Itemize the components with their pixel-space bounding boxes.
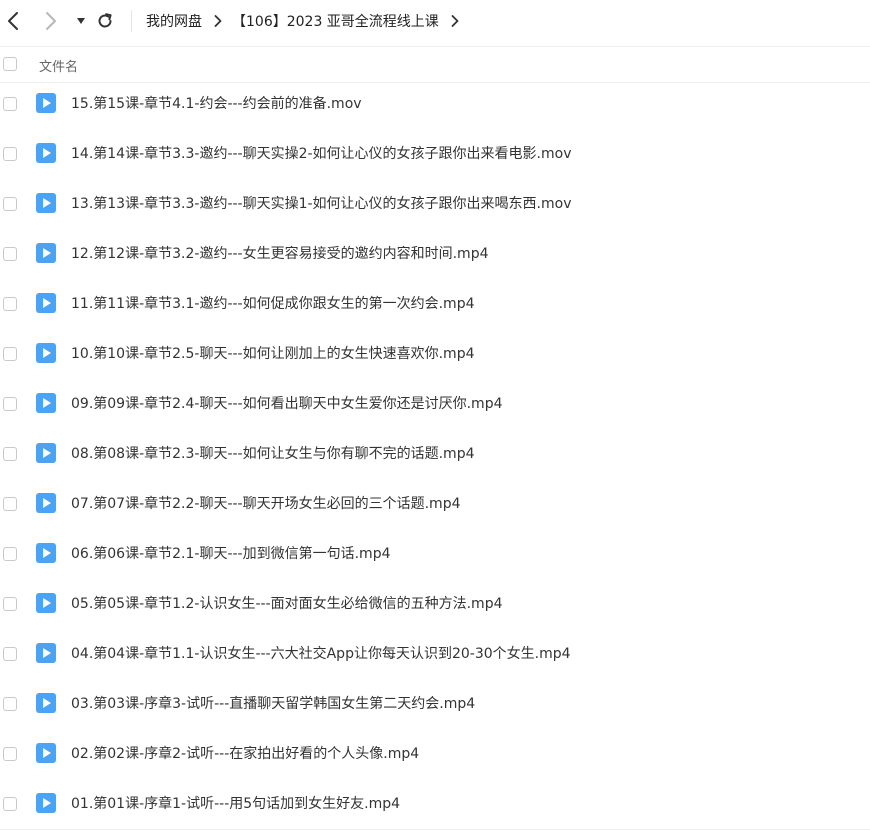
video-file-icon	[36, 293, 56, 313]
toolbar-divider	[131, 10, 132, 32]
video-file-icon	[36, 143, 56, 163]
table-row[interactable]: 01.第01课-序章1-试听---用5句话加到女生好友.mp4	[0, 779, 870, 829]
row-checkbox[interactable]	[3, 347, 17, 361]
file-name[interactable]: 06.第06课-章节2.1-聊天---加到微信第一句话.mp4	[71, 529, 390, 579]
file-name[interactable]: 07.第07课-章节2.2-聊天---聊天开场女生必回的三个话题.mp4	[71, 479, 460, 529]
caret-down-icon	[77, 18, 85, 24]
refresh-icon	[98, 13, 112, 28]
row-checkbox[interactable]	[3, 497, 17, 511]
file-name[interactable]: 08.第08课-章节2.3-聊天---如何让女生与你有聊不完的话题.mp4	[71, 429, 474, 479]
chevron-right-icon	[451, 15, 459, 27]
video-file-icon	[36, 93, 56, 113]
row-checkbox[interactable]	[3, 647, 17, 661]
table-row[interactable]: 11.第11课-章节3.1-邀约---如何促成你跟女生的第一次约会.mp4	[0, 279, 870, 329]
file-name[interactable]: 13.第13课-章节3.3-邀约---聊天实操1-如何让心仪的女孩子跟你出来喝东…	[71, 179, 572, 229]
video-file-icon	[36, 393, 56, 413]
table-row[interactable]: 14.第14课-章节3.3-邀约---聊天实操2-如何让心仪的女孩子跟你出来看电…	[0, 129, 870, 179]
breadcrumb: 我的网盘 【106】2023 亚哥全流程线上课	[146, 0, 469, 42]
row-checkbox[interactable]	[3, 247, 17, 261]
row-checkbox[interactable]	[3, 97, 17, 111]
list-bottom-line	[0, 829, 870, 830]
chevron-left-icon	[8, 12, 18, 30]
refresh-button[interactable]	[94, 9, 116, 33]
table-row[interactable]: 15.第15课-章节4.1-约会---约会前的准备.mov	[0, 79, 870, 129]
select-all-checkbox[interactable]	[3, 57, 17, 71]
table-row[interactable]: 08.第08课-章节2.3-聊天---如何让女生与你有聊不完的话题.mp4	[0, 429, 870, 479]
video-file-icon	[36, 643, 56, 663]
video-file-icon	[36, 443, 56, 463]
table-row[interactable]: 05.第05课-章节1.2-认识女生---面对面女生必给微信的五种方法.mp4	[0, 579, 870, 629]
file-name[interactable]: 10.第10课-章节2.5-聊天---如何让刚加上的女生快速喜欢你.mp4	[71, 329, 474, 379]
row-checkbox[interactable]	[3, 447, 17, 461]
row-checkbox[interactable]	[3, 697, 17, 711]
file-name[interactable]: 05.第05课-章节1.2-认识女生---面对面女生必给微信的五种方法.mp4	[71, 579, 502, 629]
history-dropdown-button[interactable]	[70, 9, 92, 33]
back-button[interactable]	[2, 9, 24, 33]
row-checkbox[interactable]	[3, 797, 17, 811]
column-header-filename[interactable]: 文件名	[39, 56, 78, 75]
row-checkbox[interactable]	[3, 597, 17, 611]
table-row[interactable]: 12.第12课-章节3.2-邀约---女生更容易接受的邀约内容和时间.mp4	[0, 229, 870, 279]
file-name[interactable]: 12.第12课-章节3.2-邀约---女生更容易接受的邀约内容和时间.mp4	[71, 229, 488, 279]
file-name[interactable]: 15.第15课-章节4.1-约会---约会前的准备.mov	[71, 79, 362, 129]
video-file-icon	[36, 593, 56, 613]
row-checkbox[interactable]	[3, 397, 17, 411]
video-file-icon	[36, 193, 56, 213]
row-checkbox[interactable]	[3, 747, 17, 761]
table-row[interactable]: 06.第06课-章节2.1-聊天---加到微信第一句话.mp4	[0, 529, 870, 579]
row-checkbox[interactable]	[3, 197, 17, 211]
table-row[interactable]: 07.第07课-章节2.2-聊天---聊天开场女生必回的三个话题.mp4	[0, 479, 870, 529]
row-checkbox[interactable]	[3, 547, 17, 561]
chevron-right-icon	[46, 12, 56, 30]
video-file-icon	[36, 793, 56, 813]
forward-button[interactable]	[40, 9, 62, 33]
video-file-icon	[36, 243, 56, 263]
file-name[interactable]: 04.第04课-章节1.1-认识女生---六大社交App让你每天认识到20-30…	[71, 629, 571, 679]
toolbar-divider-line	[0, 46, 870, 47]
file-name[interactable]: 11.第11课-章节3.1-邀约---如何促成你跟女生的第一次约会.mp4	[71, 279, 474, 329]
file-name[interactable]: 09.第09课-章节2.4-聊天---如何看出聊天中女生爱你还是讨厌你.mp4	[71, 379, 502, 429]
video-file-icon	[36, 743, 56, 763]
video-file-icon	[36, 343, 56, 363]
table-row[interactable]: 10.第10课-章节2.5-聊天---如何让刚加上的女生快速喜欢你.mp4	[0, 329, 870, 379]
table-row[interactable]: 13.第13课-章节3.3-邀约---聊天实操1-如何让心仪的女孩子跟你出来喝东…	[0, 179, 870, 229]
video-file-icon	[36, 543, 56, 563]
file-name[interactable]: 14.第14课-章节3.3-邀约---聊天实操2-如何让心仪的女孩子跟你出来看电…	[71, 129, 572, 179]
video-file-icon	[36, 493, 56, 513]
row-checkbox[interactable]	[3, 147, 17, 161]
video-file-icon	[36, 693, 56, 713]
table-row[interactable]: 09.第09课-章节2.4-聊天---如何看出聊天中女生爱你还是讨厌你.mp4	[0, 379, 870, 429]
file-name[interactable]: 01.第01课-序章1-试听---用5句话加到女生好友.mp4	[71, 779, 400, 829]
file-name[interactable]: 02.第02课-序章2-试听---在家拍出好看的个人头像.mp4	[71, 729, 419, 779]
breadcrumb-item-root[interactable]: 我的网盘	[146, 11, 202, 31]
breadcrumb-item-folder[interactable]: 【106】2023 亚哥全流程线上课	[232, 11, 439, 31]
table-row[interactable]: 04.第04课-章节1.1-认识女生---六大社交App让你每天认识到20-30…	[0, 629, 870, 679]
chevron-right-icon	[214, 15, 222, 27]
file-name[interactable]: 03.第03课-序章3-试听---直播聊天留学韩国女生第二天约会.mp4	[71, 679, 475, 729]
table-row[interactable]: 02.第02课-序章2-试听---在家拍出好看的个人头像.mp4	[0, 729, 870, 779]
row-checkbox[interactable]	[3, 297, 17, 311]
toolbar: 我的网盘 【106】2023 亚哥全流程线上课	[0, 0, 870, 42]
table-row[interactable]: 03.第03课-序章3-试听---直播聊天留学韩国女生第二天约会.mp4	[0, 679, 870, 729]
